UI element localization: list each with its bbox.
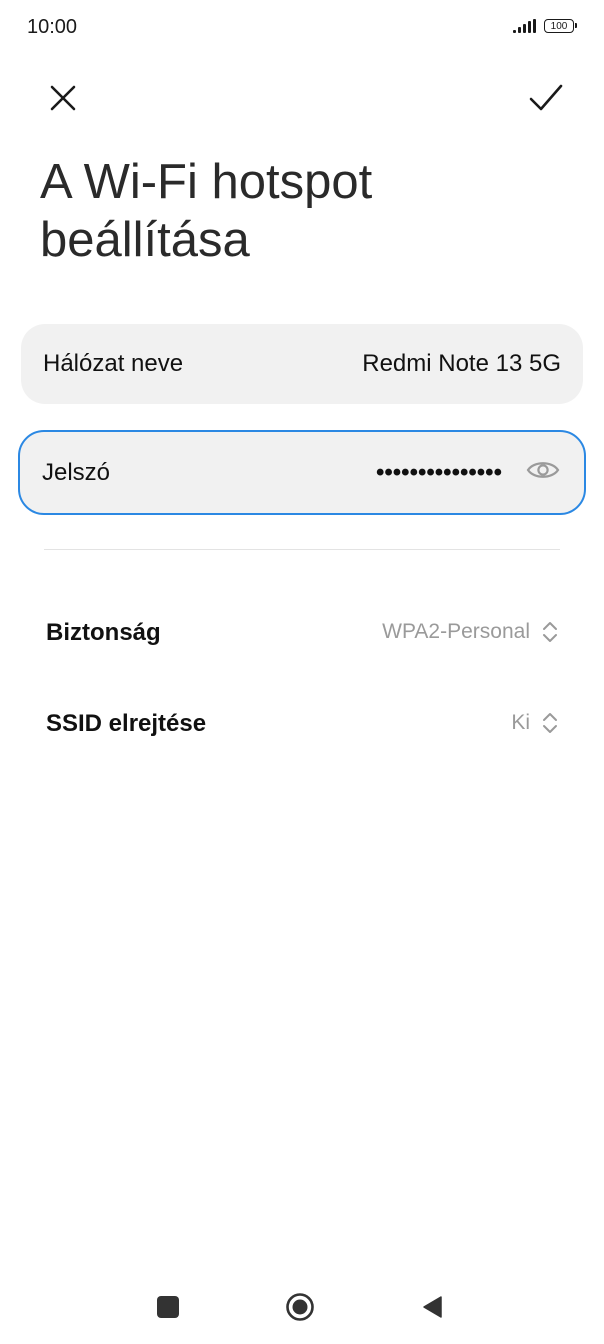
network-name-value[interactable]: Redmi Note 13 5G (362, 350, 561, 378)
hide-ssid-row[interactable]: SSID elrejtése Ki (46, 690, 560, 756)
signal-icon (513, 19, 536, 33)
eye-icon[interactable] (526, 459, 560, 486)
password-value[interactable]: ••••••••••••••• (376, 459, 502, 487)
hotspot-setup-screen: 10:00 100 A Wi-Fi hotspot beállítása Hál… (0, 0, 604, 1344)
hide-ssid-label: SSID elrejtése (46, 709, 207, 737)
back-icon[interactable] (421, 1295, 443, 1319)
status-icons: 100 (513, 19, 577, 33)
hide-ssid-value: Ki (511, 711, 530, 734)
divider (44, 549, 560, 550)
home-icon[interactable] (285, 1292, 315, 1322)
network-name-field[interactable]: Hálózat neve Redmi Note 13 5G (21, 324, 583, 404)
security-selector[interactable]: WPA2-Personal (382, 618, 560, 646)
navigation-bar (0, 1287, 604, 1327)
password-value-group: ••••••••••••••• (376, 459, 560, 487)
security-label: Biztonság (46, 618, 161, 646)
recents-icon[interactable] (157, 1296, 179, 1318)
page-title: A Wi-Fi hotspot beállítása (40, 155, 373, 267)
updown-chevron-icon (543, 622, 557, 642)
close-icon[interactable] (43, 78, 83, 118)
updown-chevron-icon (543, 713, 557, 733)
check-icon[interactable] (526, 78, 566, 118)
network-name-label: Hálózat neve (43, 350, 184, 377)
password-field[interactable]: Jelszó ••••••••••••••• (18, 430, 586, 515)
status-time: 10:00 (27, 16, 78, 38)
security-row[interactable]: Biztonság WPA2-Personal (46, 612, 560, 652)
battery-icon: 100 (544, 19, 577, 33)
hide-ssid-selector[interactable]: Ki (511, 709, 560, 737)
password-label: Jelszó (42, 458, 111, 486)
security-value: WPA2-Personal (382, 620, 530, 643)
